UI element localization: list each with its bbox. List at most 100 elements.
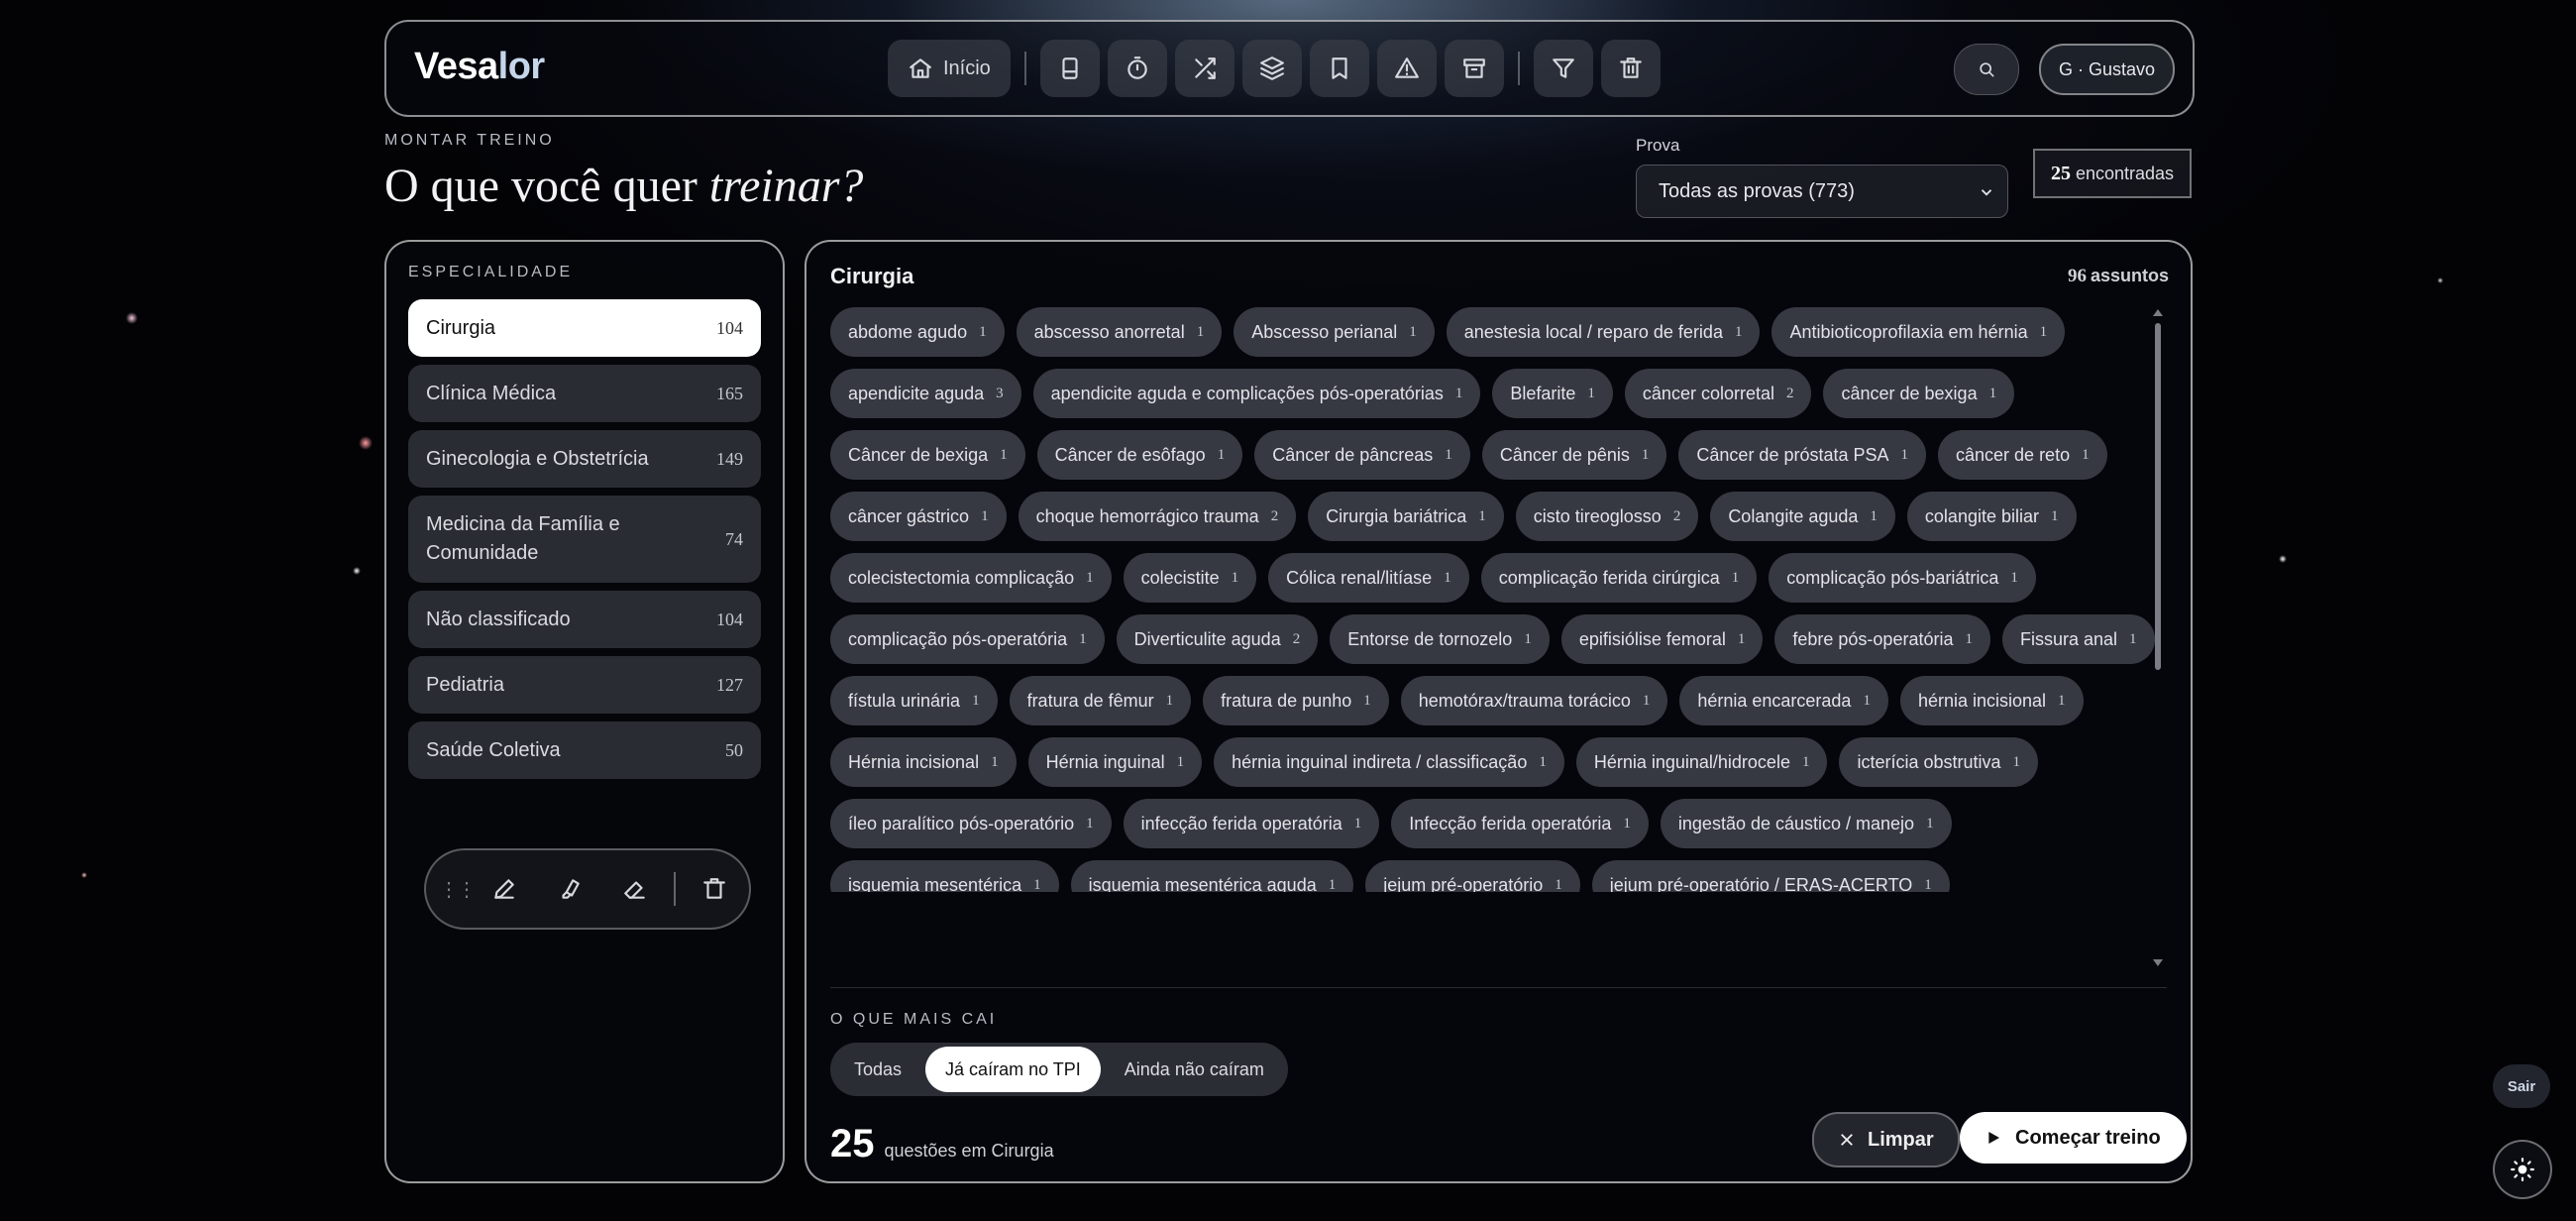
topic-chip[interactable]: Entorse de tornozelo 1 bbox=[1330, 614, 1550, 664]
topic-chip[interactable]: Hérnia inguinal/hidrocele 1 bbox=[1575, 737, 1828, 787]
highlighter-tool-button[interactable] bbox=[537, 859, 602, 919]
topic-chip[interactable]: Abscesso perianal 1 bbox=[1234, 307, 1435, 357]
topic-chip[interactable]: cisto tireoglosso 2 bbox=[1515, 492, 1699, 541]
topic-chip[interactable]: Hérnia incisional 1 bbox=[830, 737, 1017, 787]
specialty-item-medicina-familia[interactable]: Medicina da Família e Comunidade 74 bbox=[408, 496, 761, 583]
topic-chip[interactable]: Cólica renal/litíase 1 bbox=[1268, 553, 1469, 603]
search-button[interactable] bbox=[1954, 44, 2019, 95]
topic-chip[interactable]: hérnia encarcerada 1 bbox=[1679, 676, 1888, 725]
topic-chip[interactable]: Blefarite 1 bbox=[1492, 369, 1613, 418]
topic-chip[interactable]: Câncer de esôfago 1 bbox=[1036, 430, 1243, 480]
specialty-item-clinica-medica[interactable]: Clínica Médica 165 bbox=[408, 365, 761, 422]
topic-chip-count: 3 bbox=[996, 385, 1004, 401]
topic-chip[interactable]: hérnia incisional 1 bbox=[1899, 676, 2084, 725]
timer-icon bbox=[1127, 56, 1147, 79]
scrollbar-thumb[interactable] bbox=[2155, 323, 2161, 670]
topic-chip[interactable]: hérnia inguinal indireta / classificação… bbox=[1214, 737, 1564, 787]
topic-chip-label: complicação pós-operatória bbox=[848, 628, 1068, 649]
shuffle-button[interactable] bbox=[1174, 40, 1234, 97]
topic-chip[interactable]: fístula urinária 1 bbox=[830, 676, 998, 725]
filter-option-todas[interactable]: Todas bbox=[834, 1047, 921, 1092]
specialty-item-ginecologia[interactable]: Ginecologia e Obstetrícia 149 bbox=[408, 430, 761, 488]
topic-chip-count: 1 bbox=[1353, 815, 1362, 832]
topic-chip[interactable]: Colangite aguda 1 bbox=[1710, 492, 1895, 541]
topic-chip[interactable]: jejum pré-operatório 1 bbox=[1365, 860, 1580, 892]
warning-button[interactable] bbox=[1376, 40, 1437, 97]
topic-chip[interactable]: fratura de fêmur 1 bbox=[1009, 676, 1192, 725]
scroll-up-arrow[interactable] bbox=[2153, 309, 2163, 316]
topic-chip[interactable]: colecistectomia complicação 1 bbox=[830, 553, 1112, 603]
shuffle-icon bbox=[1195, 57, 1216, 79]
topic-chip[interactable]: Antibioticoprofilaxia em hérnia 1 bbox=[1771, 307, 2066, 357]
topic-chip[interactable]: Câncer de próstata PSA 1 bbox=[1678, 430, 1927, 480]
start-training-button[interactable]: Começar treino bbox=[1960, 1112, 2187, 1164]
topic-chip[interactable]: complicação ferida cirúrgica 1 bbox=[1480, 553, 1758, 603]
specialty-label: Saúde Coletiva bbox=[426, 738, 561, 761]
topic-chip-count: 1 bbox=[1924, 876, 1932, 893]
bookmark-button[interactable] bbox=[1309, 40, 1369, 97]
topic-chip[interactable]: Câncer de pâncreas 1 bbox=[1254, 430, 1470, 480]
pen-tool-button[interactable] bbox=[472, 859, 537, 919]
topic-chip[interactable]: fratura de punho 1 bbox=[1203, 676, 1389, 725]
specialty-item-pediatria[interactable]: Pediatria 127 bbox=[408, 656, 761, 714]
topic-chip[interactable]: Infecção ferida operatória 1 bbox=[1391, 799, 1649, 848]
topic-chip[interactable]: Câncer de bexiga 1 bbox=[830, 430, 1025, 480]
book-button[interactable] bbox=[1039, 40, 1100, 97]
home-button[interactable]: Início bbox=[888, 40, 1011, 97]
topic-chip[interactable]: febre pós-operatória 1 bbox=[1774, 614, 1990, 664]
topic-chip[interactable]: apendicite aguda e complicações pós-oper… bbox=[1032, 369, 1481, 418]
eraser-tool-button[interactable] bbox=[602, 859, 668, 919]
topic-chip[interactable]: câncer de reto 1 bbox=[1938, 430, 2107, 480]
user-menu-button[interactable]: G · Gustavo bbox=[2039, 44, 2176, 95]
brand-logo[interactable]: Vesalor bbox=[414, 46, 545, 88]
topic-chip[interactable]: Cirurgia bariátrica 1 bbox=[1308, 492, 1504, 541]
topic-chip[interactable]: íleo paralítico pós-operatório 1 bbox=[830, 799, 1112, 848]
topic-chip[interactable]: Diverticulite aguda 2 bbox=[1116, 614, 1319, 664]
topic-chip[interactable]: colangite biliar 1 bbox=[1906, 492, 2077, 541]
topic-chip[interactable]: epifisiólise femoral 1 bbox=[1560, 614, 1764, 664]
highlighter-icon bbox=[562, 879, 580, 899]
topic-chip[interactable]: hemotórax/trauma torácico 1 bbox=[1400, 676, 1668, 725]
topic-chip[interactable]: choque hemorrágico trauma 2 bbox=[1018, 492, 1297, 541]
topic-chip[interactable]: ingestão de cáustico / manejo 1 bbox=[1660, 799, 1952, 848]
topic-chip[interactable]: isquemia mesentérica aguda 1 bbox=[1070, 860, 1354, 892]
filter-button[interactable] bbox=[1533, 40, 1593, 97]
logout-button[interactable]: Sair bbox=[2493, 1064, 2550, 1108]
topic-chip[interactable]: apendicite aguda 3 bbox=[830, 369, 1021, 418]
topic-chip[interactable]: câncer de bexiga 1 bbox=[1823, 369, 2015, 418]
topic-chip-count: 1 bbox=[2010, 569, 2018, 586]
prova-select[interactable]: Todas as provas (773) bbox=[1636, 165, 2008, 218]
layers-button[interactable] bbox=[1241, 40, 1302, 97]
topic-chip[interactable]: abscesso anorretal 1 bbox=[1016, 307, 1223, 357]
topic-chip[interactable]: abdome agudo 1 bbox=[830, 307, 1005, 357]
filter-option-ainda-nao[interactable]: Ainda não caíram bbox=[1105, 1047, 1284, 1092]
topics-title: Cirurgia bbox=[830, 264, 914, 288]
topic-chip[interactable]: Hérnia inguinal 1 bbox=[1027, 737, 1203, 787]
topic-chip[interactable]: anestesia local / reparo de ferida 1 bbox=[1446, 307, 1761, 357]
topic-chip[interactable]: colecistite 1 bbox=[1123, 553, 1257, 603]
trash-button[interactable] bbox=[1600, 40, 1661, 97]
clear-button[interactable]: Limpar bbox=[1812, 1112, 1960, 1167]
clear-drawing-button[interactable] bbox=[682, 859, 747, 919]
topic-chip[interactable]: Câncer de pênis 1 bbox=[1481, 430, 1667, 480]
topic-chip[interactable]: jejum pré-operatório / ERAS-ACERTO 1 bbox=[1591, 860, 1950, 893]
topic-chip[interactable]: icterícia obstrutiva 1 bbox=[1839, 737, 2039, 787]
timer-button[interactable] bbox=[1107, 40, 1167, 97]
topic-chip[interactable]: complicação pós-operatória 1 bbox=[830, 614, 1105, 664]
filter-option-ja-cairam[interactable]: Já caíram no TPI bbox=[925, 1047, 1101, 1092]
topic-chip[interactable]: Fissura anal 1 bbox=[2001, 614, 2155, 664]
topic-chip-label: jejum pré-operatório / ERAS-ACERTO bbox=[1609, 874, 1913, 893]
topic-chip-count: 1 bbox=[1965, 630, 1973, 647]
specialty-item-nao-classificado[interactable]: Não classificado 104 bbox=[408, 591, 761, 648]
topic-chip[interactable]: câncer colorretal 2 bbox=[1624, 369, 1812, 418]
drag-handle-icon[interactable]: ⋮⋮ bbox=[439, 859, 477, 919]
topic-chip[interactable]: infecção ferida operatória 1 bbox=[1123, 799, 1380, 848]
topic-chip[interactable]: câncer gástrico 1 bbox=[830, 492, 1007, 541]
theme-toggle-button[interactable] bbox=[2493, 1140, 2552, 1199]
specialty-item-saude-coletiva[interactable]: Saúde Coletiva 50 bbox=[408, 722, 761, 779]
topic-chip[interactable]: complicação pós-bariátrica 1 bbox=[1769, 553, 2036, 603]
archive-button[interactable] bbox=[1444, 40, 1504, 97]
scroll-down-arrow[interactable] bbox=[2153, 959, 2163, 966]
topic-chip[interactable]: isquemia mesentérica 1 bbox=[830, 860, 1059, 892]
specialty-item-cirurgia[interactable]: Cirurgia 104 bbox=[408, 299, 761, 357]
